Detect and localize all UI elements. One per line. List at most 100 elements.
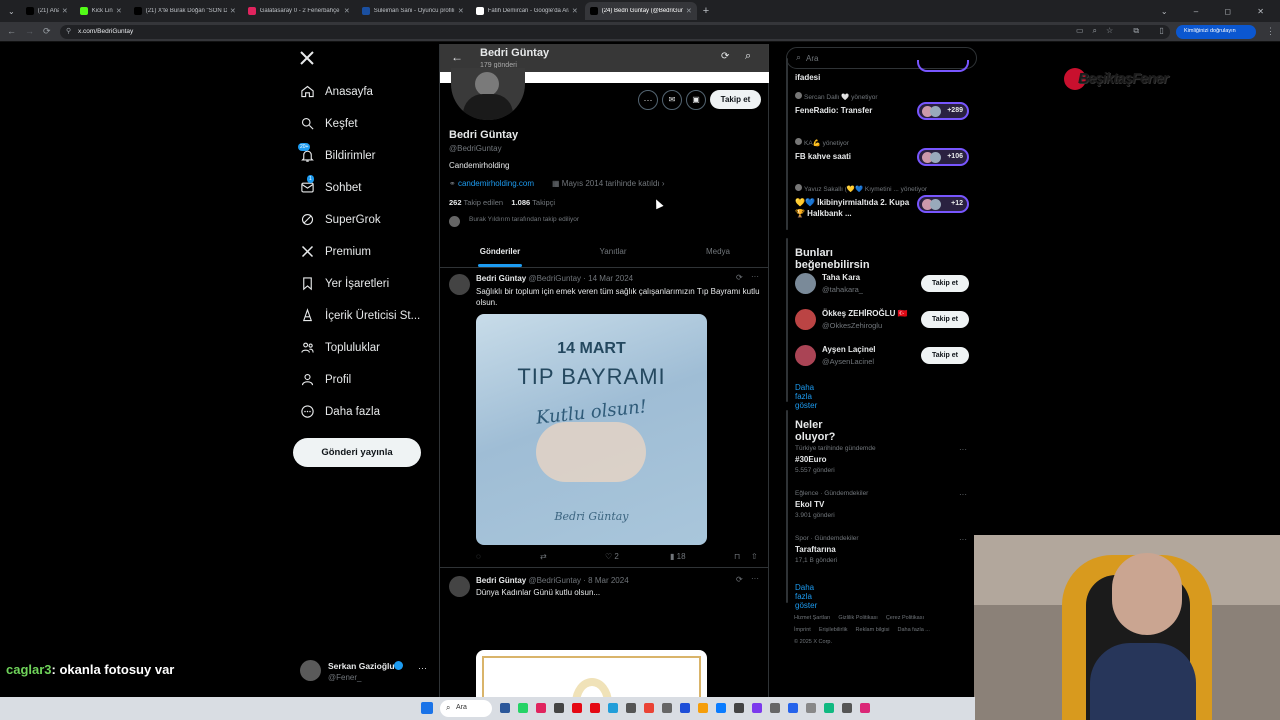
sidebar-item-user[interactable]: Profil [300, 372, 351, 387]
suggested-user[interactable]: Ayşen Laçinel @AysenLacinel Takip et [795, 343, 971, 373]
taskbar-apps[interactable] [496, 703, 874, 714]
views-icon[interactable]: ▮ 18 [670, 552, 686, 561]
site-info-icon[interactable]: ⚲ [66, 27, 71, 35]
show-more-trends-link[interactable]: Daha fazla göster [795, 583, 817, 610]
forward-icon[interactable]: → [25, 26, 34, 36]
search-icon[interactable]: ⌕ [745, 50, 751, 63]
tab-search-icon[interactable]: ⌄ [8, 7, 15, 16]
trend-item[interactable]: Eğlence · Gündemdekiler Ekol TV 3.901 gönd… [795, 490, 971, 519]
start-icon[interactable] [421, 702, 433, 714]
post-more-icon[interactable]: ··· [751, 272, 759, 281]
footer-link[interactable]: İmprint [794, 627, 811, 633]
sidebar-item-mail[interactable]: 1 Sohbet [300, 175, 361, 195]
footer-link[interactable]: Hizmet Şartları [794, 615, 830, 621]
browser-tab[interactable]: Fatih Demircan - Google'da Ara ✕ [471, 2, 583, 20]
space-item[interactable]: Yavuz Sakallı (💛💙 Kıymetini ... yönetiyo… [795, 184, 975, 219]
footer-link[interactable]: Reklam bilgisi [856, 627, 890, 633]
tab-close-icon[interactable]: ✕ [686, 7, 692, 15]
footer-link[interactable]: Daha fazla ... [897, 627, 929, 633]
tab-close-icon[interactable]: ✕ [230, 7, 236, 15]
sidebar-item-home[interactable]: Anasayfa [300, 84, 373, 99]
space-item[interactable]: ifadesi [795, 60, 975, 83]
grok-icon[interactable]: ⟳ [736, 273, 743, 282]
browser-tab[interactable]: (21) X'te Burak Doğan "SON D... ✕ [129, 2, 241, 20]
post-button[interactable]: Gönderi yayınla [293, 438, 421, 467]
user-name: Ökkeş ZEHİROĞLU 🇹🇷 [822, 309, 908, 318]
tab-posts[interactable]: Gönderiler [475, 247, 525, 256]
sidebar-item-search[interactable]: Keşfet [300, 116, 358, 131]
follow-button[interactable]: Takip et [921, 311, 969, 328]
trend-more-icon[interactable]: ··· [959, 445, 967, 454]
trend-item[interactable]: Spor · Gündemdekiler Taraftarına 17,1 B gö… [795, 535, 971, 564]
x-logo-icon[interactable] [299, 50, 315, 71]
trend-more-icon[interactable]: ··· [959, 535, 967, 544]
tab-close-icon[interactable]: ✕ [458, 7, 464, 15]
repost-icon[interactable]: ⇄ [540, 552, 547, 561]
like-icon[interactable]: ♡ 2 [605, 552, 619, 561]
browser-tab[interactable]: Kick Link✕ [75, 2, 127, 20]
suggested-user[interactable]: Taha Kara @tahakara_ Takip et [795, 271, 971, 301]
browser-toolbar-icons[interactable]: ▭⌕☆ ⧉ ▯ [1076, 26, 1173, 36]
sidebar-item-grok[interactable]: SuperGrok [300, 212, 381, 227]
browser-tab[interactable]: Galatasaray 0 - 2 Fenerbahçe H...✕ [243, 2, 355, 20]
more-options-button[interactable]: ··· [638, 90, 658, 110]
account-switcher[interactable]: Serkan Gazioğlu @Fener_ ··· [300, 660, 432, 686]
tab-close-icon[interactable]: ✕ [62, 7, 68, 15]
tab-close-icon[interactable]: ✕ [116, 7, 122, 15]
trend-item[interactable]: Türkiye tarihinde gündemde #30Euro 5.557 g… [795, 445, 971, 474]
tab-replies[interactable]: Yanıtlar [588, 247, 638, 256]
follow-stats[interactable]: 262 Takip edilen 1.086 Takipçi [449, 198, 555, 207]
search-icon: ⌕ [796, 52, 802, 62]
tab-media[interactable]: Medya [693, 247, 743, 256]
browser-menu-icon[interactable]: ⋮ [1266, 26, 1275, 37]
sidebar-item-bell[interactable]: 20+ Bildirimler [298, 143, 375, 163]
tab-close-icon[interactable]: ✕ [344, 7, 350, 15]
space-item[interactable]: KA💪 yönetiyor FB kahve saati +106 [795, 138, 975, 166]
footer-link: © 2025 X Corp. [794, 639, 832, 645]
message-button[interactable]: ✉ [662, 90, 682, 110]
back-arrow-icon[interactable]: ← [451, 50, 463, 64]
bookmark-icon[interactable]: ⊓ [734, 552, 740, 561]
window-controls[interactable]: ⌄ – ◻ ✕ [1161, 7, 1276, 16]
footer-link[interactable]: Erişilebilirlik [819, 627, 848, 633]
post[interactable]: Bedri Güntay @BedriGuntay · 8 Mar 2024 ⟳… [440, 570, 769, 720]
share-icon[interactable]: ⇧ [751, 552, 758, 561]
sidebar-item-bookmark[interactable]: Yer İşaretleri [300, 276, 389, 291]
post-avatar [449, 274, 470, 295]
followed-by-avatar [449, 216, 460, 227]
grok-icon[interactable]: ⟳ [721, 51, 729, 62]
suggested-user[interactable]: Ökkeş ZEHİROĞLU 🇹🇷 @OkkesZehiroglu Takip e… [795, 307, 971, 337]
sidebar-item-x[interactable]: Premium [300, 244, 371, 259]
browser-tab[interactable]: Suleiman Sani - Oyuncu profili ✕ [357, 2, 469, 20]
browser-tab[interactable]: (21) Ana ✕ [21, 2, 73, 20]
reload-icon[interactable]: ⟳ [43, 26, 51, 37]
follow-button[interactable]: Takip et [921, 347, 969, 364]
browser-tab[interactable]: (24) Bedri Güntay (@BedriGunt... ✕ [584, 2, 697, 20]
post-more-icon[interactable]: ··· [751, 574, 759, 583]
url-field[interactable]: ⚲ x.com/BedriGuntay [60, 25, 1170, 39]
sidebar-item-people[interactable]: Topluluklar [300, 340, 380, 355]
more-icon[interactable]: ··· [418, 663, 427, 673]
grok-icon[interactable]: ⟳ [736, 575, 743, 584]
follow-button[interactable]: Takip et [921, 275, 969, 292]
new-tab-button[interactable]: + [703, 5, 709, 17]
sidebar-item-more[interactable]: Daha fazla [300, 404, 380, 419]
subscribe-button[interactable]: ▣ [686, 90, 706, 110]
trend-count: 5.557 gönderi [795, 467, 835, 474]
taskbar-search[interactable]: ⌕ Ara [440, 700, 492, 717]
space-item[interactable]: Sercan Dallı 🤍 yönetiyor FeneRadio: Trans… [795, 92, 975, 120]
footer-link[interactable]: Gizlilik Politikası [838, 615, 877, 621]
profile-link[interactable]: ⚭ candemirholding.com [449, 179, 534, 188]
tab-close-icon[interactable]: ✕ [572, 7, 578, 15]
post-image[interactable]: 14 MART TIP BAYRAMI Kutlu olsun! Bedri G… [476, 314, 707, 545]
post[interactable]: Bedri Güntay @BedriGuntay · 14 Mar 2024 … [440, 268, 769, 568]
show-more-link[interactable]: Daha fazla göster [795, 383, 817, 410]
follow-button[interactable]: Takip et [710, 90, 761, 109]
verify-identity-button[interactable]: Kimliğinizi doğrulayın [1176, 25, 1256, 39]
sidebar-item-studio[interactable]: İçerik Üreticisi St... [300, 308, 420, 323]
trend-more-icon[interactable]: ··· [959, 490, 967, 499]
footer-link[interactable]: Çerez Politikası [886, 615, 924, 621]
back-icon[interactable]: ← [7, 26, 16, 36]
who-to-follow-card: Bunları beğenebilirsin Taha Kara @tahakar… [786, 238, 969, 410]
reply-icon[interactable]: ◌ [476, 552, 481, 561]
